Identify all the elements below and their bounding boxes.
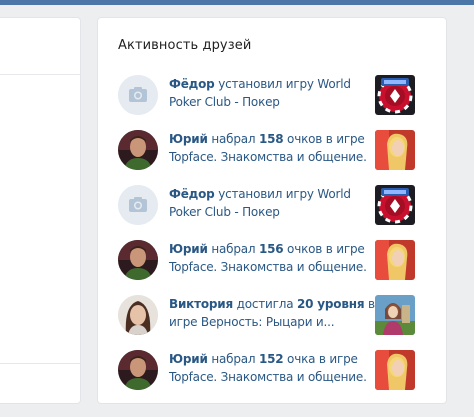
score-value: 152 [258,352,284,366]
friend-name-link[interactable]: Юрий [169,132,208,146]
user-avatar[interactable] [118,240,158,280]
top-header-bar [0,0,474,5]
action-text: набрал [207,132,259,146]
feed-item: Фёдор установил игру World Poker Club - … [118,73,428,128]
feed-text: Юрий набрал 152 очка в игре Topface. Зна… [169,351,379,386]
feed-item: Фёдор установил игру World Poker Club - … [118,183,428,238]
friend-name-link[interactable]: Фёдор [169,187,215,201]
friend-name-link[interactable]: Юрий [169,242,208,256]
friend-name-link[interactable]: Фёдор [169,77,215,91]
poker-chip-icon[interactable] [375,75,415,115]
score-value: 156 [258,242,284,256]
camera-placeholder-icon[interactable] [118,185,158,225]
topface-game-icon[interactable] [375,350,415,390]
poker-chip-icon[interactable] [375,185,415,225]
activity-feed: Фёдор установил игру World Poker Club - … [118,73,428,403]
action-text: набрал [207,242,259,256]
score-value: 158 [258,132,284,146]
feed-item: Виктория достигла 20 уровня в игре Верно… [118,293,428,348]
topface-game-icon[interactable] [375,240,415,280]
feed-text: Фёдор установил игру World Poker Club - … [169,76,379,111]
feed-text: Виктория достигла 20 уровня в игре Верно… [169,296,379,331]
level-value: 20 уровня [297,297,365,311]
feed-text: Фёдор установил игру World Poker Club - … [169,186,379,221]
widget-title: Активность друзей [118,38,252,53]
feed-item: Юрий набрал 156 очков в игре Topface. Зн… [118,238,428,293]
divider [0,74,80,75]
action-text: достигла [233,297,297,311]
feed-text: Юрий набрал 158 очков в игре Topface. Зн… [169,131,379,166]
action-text: установил игру [214,187,318,201]
friends-activity-widget: Активность друзей Фёдор установил игру W… [97,17,447,404]
topface-game-icon[interactable] [375,130,415,170]
feed-text: Юрий набрал 156 очков в игре Topface. Зн… [169,241,379,276]
user-avatar[interactable] [118,350,158,390]
friend-name-link[interactable]: Виктория [169,297,233,311]
camera-placeholder-icon[interactable] [118,75,158,115]
feed-item: Юрий набрал 152 очка в игре Topface. Зна… [118,348,428,403]
user-avatar[interactable] [118,130,158,170]
friend-name-link[interactable]: Юрий [169,352,208,366]
left-content-panel [0,17,81,404]
action-text: набрал [207,352,259,366]
divider [0,363,80,364]
action-text: установил игру [214,77,318,91]
vernost-game-icon[interactable] [375,295,415,335]
feed-item: Юрий набрал 158 очков в игре Topface. Зн… [118,128,428,183]
user-avatar[interactable] [118,295,158,335]
